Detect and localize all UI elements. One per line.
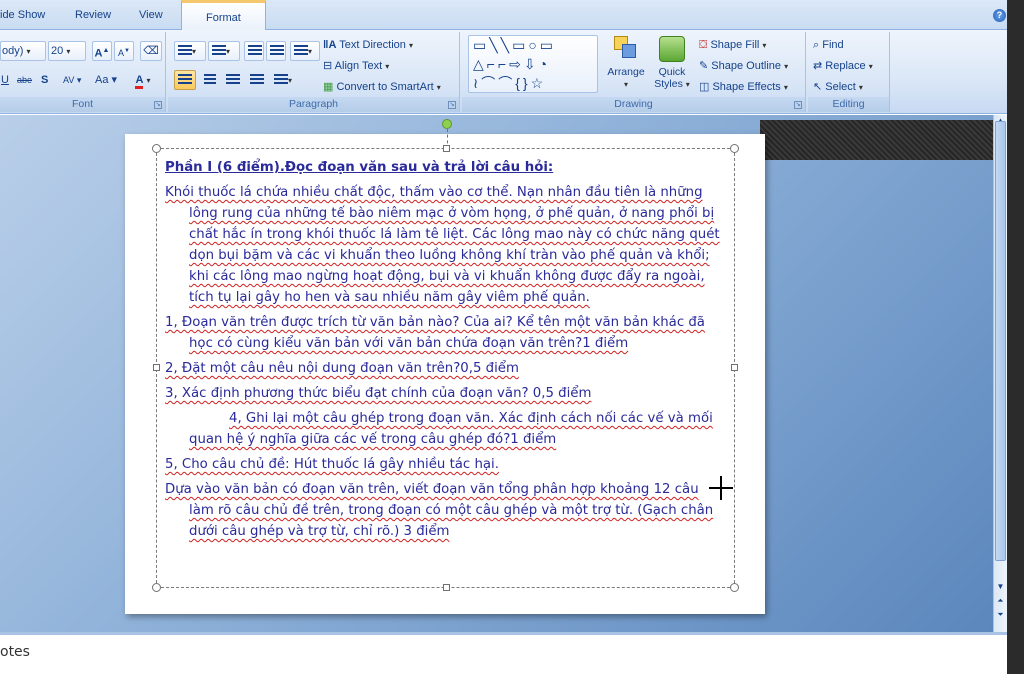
ribbon-tab-bar: ide Show Review View Format ? <box>0 0 1024 31</box>
notes-placeholder: otes <box>0 644 30 660</box>
font-dialog-launcher-icon[interactable]: ↘ <box>154 101 162 109</box>
help-icon[interactable]: ? <box>993 9 1006 22</box>
quick-styles-button[interactable]: Quick Styles ▾ <box>650 36 694 91</box>
underline-button[interactable]: U <box>0 70 14 90</box>
shrink-font-button[interactable]: A▼ <box>114 41 134 61</box>
writing-task: Dựa vào văn bản có đoạn văn trên, viết đ… <box>165 482 714 539</box>
question-4: 4, Ghi lại một câu ghép trong đoạn văn. … <box>189 411 713 447</box>
clear-formatting-icon[interactable]: ⌫ <box>140 41 162 61</box>
increase-indent-button[interactable] <box>266 41 286 61</box>
question-3: 3, Xác định phương thức biểu đạt chính c… <box>165 386 592 401</box>
select-button[interactable]: ↖ Select ▾ <box>812 77 886 97</box>
question-1: 1, Đoạn văn trên được trích từ văn bản n… <box>165 315 705 351</box>
binoculars-icon: ⌕ <box>813 39 820 51</box>
shapes-gallery[interactable]: ▭╲╲▭○▭ △⌐⌐⇨⇩◔ ≀⌒⌒{}☆ <box>468 35 598 93</box>
align-center-button[interactable] <box>198 70 220 90</box>
text-placeholder[interactable]: Phần I (6 điểm).Đọc đoạn văn sau và trả … <box>152 119 739 592</box>
tab-review[interactable]: Review <box>75 9 111 21</box>
font-group-label: Font <box>0 97 165 112</box>
paragraph-dialog-launcher-icon[interactable]: ↘ <box>448 101 456 109</box>
notes-pane[interactable]: otes <box>0 632 1007 674</box>
slide-text-content[interactable]: Phần I (6 điểm).Đọc đoạn văn sau và trả … <box>165 157 725 546</box>
editing-group-label: Editing <box>808 97 889 112</box>
question-5: 5, Cho câu chủ đề: Hút thuốc lá gây nhiề… <box>165 457 499 472</box>
shape-fill-button[interactable]: ⛋ Shape Fill ▾ <box>698 35 802 55</box>
tab-format[interactable]: Format <box>181 0 266 31</box>
question-2: 2, Đặt một câu nêu nội dung đoạn văn trê… <box>165 361 519 376</box>
slide-canvas[interactable]: Phần I (6 điểm).Đọc đoạn văn sau và trả … <box>125 119 765 614</box>
align-left-button[interactable] <box>174 70 196 90</box>
replace-icon: ⇄ <box>813 60 823 72</box>
smartart-icon: ▦ <box>323 81 334 93</box>
character-spacing-button[interactable]: AV ▾ <box>62 70 90 90</box>
resize-handle-bottom-right[interactable] <box>730 583 739 592</box>
arrange-icon <box>614 36 638 60</box>
passage-paragraph: Khói thuốc lá chứa nhiều chất độc, thấm … <box>165 185 720 305</box>
justify-button[interactable] <box>246 70 268 90</box>
paragraph-group: ▾ ▾ ▾ ▾ ǁA Text Direction ▾ ⊟ Align Text… <box>168 32 460 112</box>
shape-effects-icon: ◫ <box>699 81 710 93</box>
drawing-dialog-launcher-icon[interactable]: ↘ <box>794 101 802 109</box>
align-right-button[interactable] <box>222 70 244 90</box>
next-slide-icon[interactable]: ⏷ <box>995 609 1006 621</box>
section-title: Phần I (6 điểm).Đọc đoạn văn sau và trả … <box>165 160 554 175</box>
change-case-button[interactable]: Aa ▾ <box>94 70 124 90</box>
select-arrow-icon: ↖ <box>813 81 823 93</box>
font-color-button[interactable]: A ▾ <box>128 70 158 90</box>
decrease-indent-button[interactable] <box>244 41 264 61</box>
overlay-bar <box>760 120 993 160</box>
find-button[interactable]: ⌕ Find <box>812 35 886 55</box>
grow-font-button[interactable]: A▲ <box>92 41 112 61</box>
scrollbar-thumb[interactable] <box>995 121 1006 561</box>
resize-handle-top-left[interactable] <box>152 144 161 153</box>
ribbon: ody) ▾ 20 ▾ A▲ A▼ ⌫ U abe S AV ▾ Aa ▾ A … <box>0 30 1007 114</box>
resize-handle-left[interactable] <box>153 364 160 371</box>
align-text-icon: ⊟ <box>323 60 333 72</box>
pen-icon: ✎ <box>699 60 709 72</box>
font-name-dropdown[interactable]: ody) ▾ <box>0 41 46 61</box>
resize-handle-bottom-left[interactable] <box>152 583 161 592</box>
numbering-button[interactable]: ▾ <box>208 41 240 61</box>
text-direction-icon: ǁA <box>323 39 337 51</box>
replace-button[interactable]: ⇄ Replace ▾ <box>812 56 888 76</box>
align-text-button[interactable]: ⊟ Align Text ▾ <box>322 56 452 76</box>
resize-handle-top-right[interactable] <box>730 144 739 153</box>
editing-group: ⌕ Find ⇄ Replace ▾ ↖ Select ▾ Editing <box>808 32 890 112</box>
paragraph-group-label: Paragraph <box>168 97 459 112</box>
bullets-button[interactable]: ▾ <box>174 41 206 61</box>
crosshair-cursor-icon <box>709 476 733 500</box>
text-direction-button[interactable]: ǁA Text Direction ▾ <box>322 35 452 55</box>
convert-smartart-button[interactable]: ▦ Convert to SmartArt ▾ <box>322 77 458 97</box>
rotation-handle[interactable] <box>442 119 452 129</box>
tab-slide-show[interactable]: ide Show <box>0 9 45 21</box>
font-group: ody) ▾ 20 ▾ A▲ A▼ ⌫ U abe S AV ▾ Aa ▾ A … <box>0 32 166 112</box>
tab-view[interactable]: View <box>139 9 163 21</box>
shadow-button[interactable]: S <box>40 70 58 90</box>
paint-bucket-icon: ⛋ <box>699 39 708 51</box>
line-spacing-button[interactable]: ▾ <box>290 41 320 61</box>
resize-handle-right[interactable] <box>731 364 738 371</box>
previous-slide-icon[interactable]: ⏶ <box>995 595 1006 607</box>
shape-outline-button[interactable]: ✎ Shape Outline ▾ <box>698 56 802 76</box>
quick-styles-icon <box>659 36 685 62</box>
shape-effects-button[interactable]: ◫ Shape Effects ▾ <box>698 77 802 97</box>
arrange-button[interactable]: Arrange ▾ <box>604 36 648 91</box>
window-edge <box>1007 0 1024 674</box>
font-size-dropdown[interactable]: 20 ▾ <box>48 41 86 61</box>
drawing-group: ▭╲╲▭○▭ △⌐⌐⇨⇩◔ ≀⌒⌒{}☆ Arrange ▾ Quick Styles… <box>462 32 806 112</box>
drawing-group-label: Drawing <box>462 97 805 112</box>
scroll-down-icon[interactable]: ▼ <box>995 581 1006 593</box>
columns-button[interactable]: ▾ <box>270 70 302 90</box>
resize-handle-top[interactable] <box>443 145 450 152</box>
vertical-scrollbar[interactable]: ▲ ▼ ⏶ ⏷ <box>993 115 1007 632</box>
strikethrough-button[interactable]: abe <box>16 70 36 90</box>
resize-handle-bottom[interactable] <box>443 584 450 591</box>
